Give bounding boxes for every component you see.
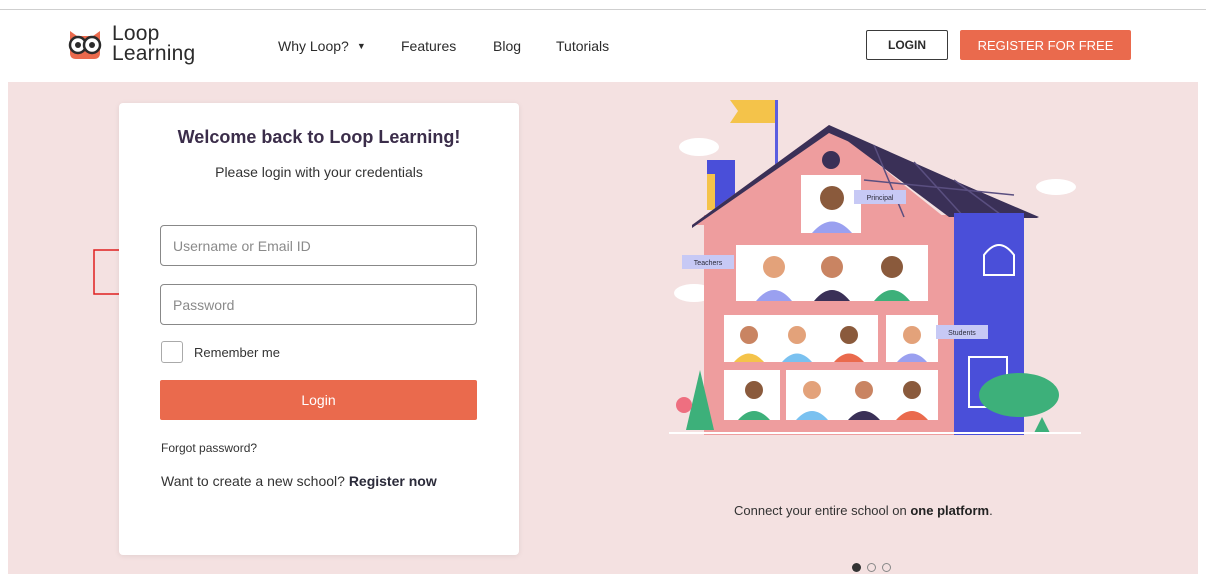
principal-label: Principal: [867, 195, 894, 202]
login-button[interactable]: Login: [160, 380, 477, 420]
header-register-button[interactable]: REGISTER FOR FREE: [960, 30, 1131, 60]
caption-prefix: Connect your entire school on: [734, 503, 907, 518]
top-border: [0, 9, 1206, 10]
caret-down-icon: ▼: [356, 41, 366, 51]
school-house-illustration: Principal Teachers Students: [669, 100, 1081, 435]
carousel-caption: Connect your entire school on one platfo…: [734, 503, 993, 518]
brand-name-line1: Loop: [112, 22, 160, 45]
brand-logo[interactable]: Loop Learning: [66, 22, 195, 66]
caption-suffix: .: [989, 503, 993, 518]
login-subtitle: Please login with your credentials: [215, 164, 423, 180]
remember-me-checkbox[interactable]: [161, 341, 183, 363]
owl-logo-icon: [66, 25, 104, 63]
login-title: Welcome back to Loop Learning!: [177, 127, 461, 147]
password-input[interactable]: [160, 284, 477, 325]
login-card: Welcome back to Loop Learning! Please lo…: [119, 103, 519, 555]
nav-why-loop[interactable]: Why Loop? ▼: [278, 38, 366, 54]
brand-name: Loop Learning: [112, 22, 196, 65]
teachers-label: Teachers: [694, 260, 723, 267]
create-school-text: Want to create a new school? Register no…: [161, 473, 437, 489]
register-now-link[interactable]: Register now: [349, 473, 437, 489]
caption-bold: one platform: [910, 503, 990, 518]
carousel-dot-1[interactable]: [852, 563, 861, 572]
brand-name-line2: Learning: [112, 42, 196, 65]
students-label: Students: [948, 330, 976, 337]
carousel-dot-2[interactable]: [867, 563, 876, 572]
nav-features[interactable]: Features: [401, 38, 456, 54]
nav-tutorials[interactable]: Tutorials: [556, 38, 609, 54]
nav-blog[interactable]: Blog: [493, 38, 521, 54]
nav-why-loop-label: Why Loop?: [278, 38, 349, 54]
create-school-prefix: Want to create a new school?: [161, 473, 345, 489]
header-login-button[interactable]: LOGIN: [866, 30, 948, 60]
remember-me-label: Remember me: [194, 345, 280, 360]
username-input[interactable]: [160, 225, 477, 266]
forgot-password-link[interactable]: Forgot password?: [161, 441, 257, 455]
carousel-dot-3[interactable]: [882, 563, 891, 572]
carousel-dots: [852, 563, 891, 572]
